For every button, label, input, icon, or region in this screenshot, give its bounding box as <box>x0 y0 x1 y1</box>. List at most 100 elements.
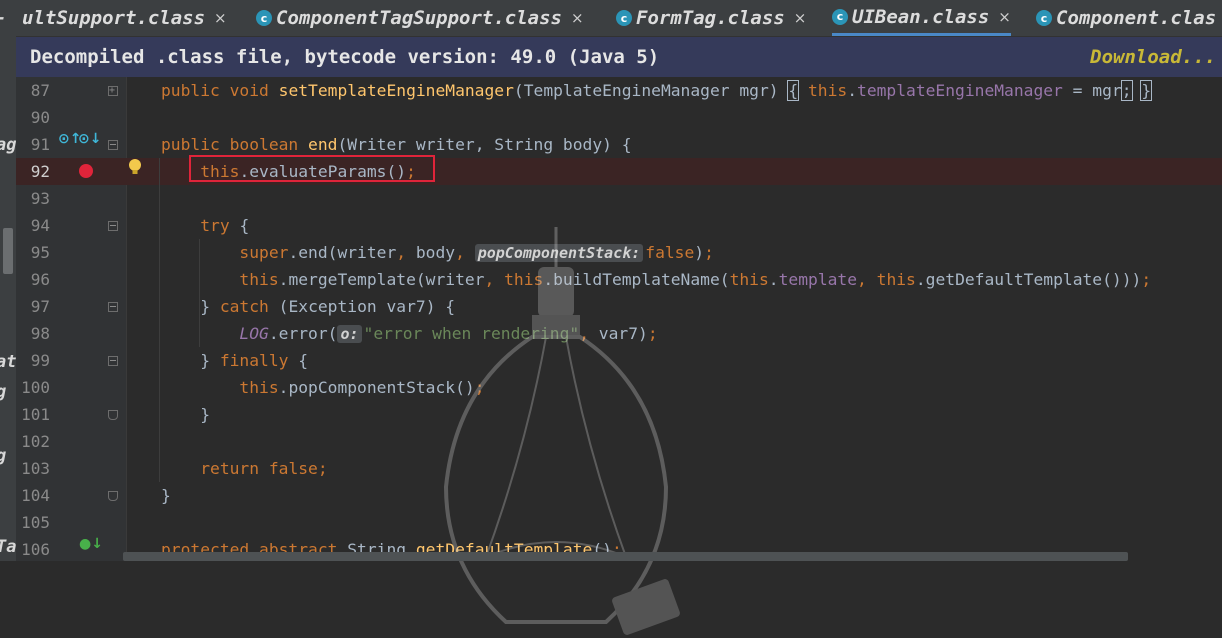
line-number: 102 <box>21 432 50 451</box>
code-token: false <box>645 243 695 262</box>
code-token: .end(writer <box>288 243 397 262</box>
class-icon: c <box>616 10 632 26</box>
code-token: template <box>778 270 858 289</box>
code-token: , this <box>857 270 916 289</box>
code-token: { <box>298 351 309 370</box>
code-token: o: <box>337 325 362 343</box>
fold-collapse-icon[interactable] <box>108 410 118 420</box>
code-line[interactable]: 94 try { <box>16 212 1222 239</box>
line-number: 100 <box>21 378 50 397</box>
code-token: this <box>729 270 769 289</box>
line-number: 94 <box>30 216 50 235</box>
fold-collapse-icon[interactable] <box>108 491 118 501</box>
code-token: body <box>415 243 456 262</box>
code-text: public boolean end(Writer writer, String… <box>161 131 632 158</box>
code-token: } <box>161 486 171 505</box>
code-line[interactable]: 101 } <box>16 401 1222 428</box>
fold-collapse-icon[interactable] <box>108 356 118 366</box>
code-token: (TemplateEngineManager mgr) <box>513 81 789 100</box>
close-icon[interactable]: × <box>794 9 807 27</box>
code-token: public boolean <box>161 135 309 154</box>
close-icon[interactable]: × <box>571 9 584 27</box>
code-line[interactable]: 102 <box>16 428 1222 455</box>
code-line[interactable]: 87 public void setTemplateEngineManager(T… <box>16 77 1222 104</box>
editor-tab-label: UIBean.class <box>852 5 990 28</box>
class-icon: c <box>256 10 272 26</box>
code-text: return false; <box>161 455 328 482</box>
code-token: public void <box>161 81 279 100</box>
editor-tab-bar: ultSupport.class × c ComponentTagSupport.cl… <box>16 0 1222 37</box>
intention-bulb-icon[interactable] <box>128 158 142 176</box>
editor-tab[interactable]: c ComponentTagSupport.class × <box>256 0 584 36</box>
overridden-by-icon[interactable]: ⊙↓ <box>78 131 101 147</box>
decompiled-banner: Decompiled .class file, bytecode version… <box>16 37 1222 77</box>
code-token: (Writer writer, String body) { <box>337 135 632 154</box>
editor-tab[interactable]: ultSupport.class × <box>22 0 227 36</box>
code-token: finally <box>219 351 299 370</box>
code-token: (Exception var7) { <box>278 297 456 316</box>
code-token: return false; <box>200 459 328 478</box>
fold-collapse-icon[interactable] <box>108 221 118 231</box>
code-token: var7) <box>598 324 648 343</box>
code-line[interactable]: 103 return false; <box>16 455 1222 482</box>
fold-expand-icon[interactable] <box>108 77 118 104</box>
code-token: templateEngineManager <box>857 81 1063 100</box>
download-sources-link[interactable]: Download... <box>1090 46 1216 68</box>
editor-tab[interactable]: c FormTag.class × <box>616 0 806 36</box>
code-line[interactable]: 104} <box>16 482 1222 509</box>
code-line[interactable]: 99 } finally { <box>16 347 1222 374</box>
code-token: this <box>239 270 279 289</box>
close-icon[interactable]: × <box>998 8 1011 26</box>
code-text: } <box>161 401 210 428</box>
code-token: this <box>798 81 848 100</box>
code-token: try <box>200 216 240 235</box>
code-editor[interactable]: 87 public void setTemplateEngineManager(T… <box>16 77 1222 635</box>
class-icon: c <box>1036 10 1052 26</box>
close-icon[interactable]: × <box>214 9 227 27</box>
editor-tab[interactable]: c UIBean.class × <box>832 0 1011 36</box>
code-line[interactable]: 96 this.mergeTemplate(writer, this.build… <box>16 266 1222 293</box>
fold-collapse-icon[interactable] <box>108 302 118 312</box>
code-token: catch <box>219 297 279 316</box>
code-line[interactable]: 93 <box>16 185 1222 212</box>
code-line[interactable]: 91 ⊙↑ ⊙↓ public boolean end(Writer writer, … <box>16 131 1222 158</box>
code-token: ) <box>694 243 705 262</box>
indent-guide <box>159 158 160 482</box>
editor-tab-label: ultSupport.class <box>22 7 206 29</box>
code-line[interactable]: 90 <box>16 104 1222 131</box>
panel-scroll-handle[interactable] <box>3 228 13 274</box>
code-token: ; <box>1120 80 1133 101</box>
code-line[interactable]: 95 super.end(writer, body, popComponentS… <box>16 239 1222 266</box>
code-token: , <box>396 243 416 262</box>
code-token: } <box>161 405 211 424</box>
horizontal-scrollbar[interactable] <box>123 552 1128 561</box>
code-text: } <box>161 482 171 509</box>
code-line[interactable]: 98 LOG.error(o: "error when rendering", v… <box>16 320 1222 347</box>
code-token: ; <box>704 243 714 262</box>
line-number: 91 <box>30 135 50 154</box>
code-token: } <box>161 297 220 316</box>
code-line[interactable]: 97 } catch (Exception var7) { <box>16 293 1222 320</box>
left-panel-fragment: ag <box>0 135 16 155</box>
fold-collapse-icon[interactable] <box>108 140 118 150</box>
code-token: .getDefaultTemplate())) <box>915 270 1142 289</box>
code-token: this <box>239 378 279 397</box>
implemented-by-icon[interactable]: ●↓ <box>79 536 103 552</box>
line-number: 87 <box>30 81 50 100</box>
code-token: LOG <box>239 324 269 343</box>
code-token: .mergeTemplate(writer <box>278 270 485 289</box>
code-text: } catch (Exception var7) { <box>161 293 455 320</box>
editor-tab[interactable]: c Component.clas <box>1036 0 1216 36</box>
line-number: 90 <box>30 108 50 127</box>
line-number: 99 <box>30 351 50 370</box>
code-text: } finally { <box>161 347 308 374</box>
breakpoint-icon[interactable] <box>79 164 93 178</box>
code-line[interactable]: 105 <box>16 509 1222 536</box>
class-icon: c <box>832 8 848 25</box>
code-line[interactable]: 100 this.popComponentStack(); <box>16 374 1222 401</box>
code-text: LOG.error(o: "error when rendering", var7… <box>161 320 658 348</box>
line-number: 95 <box>30 243 50 262</box>
